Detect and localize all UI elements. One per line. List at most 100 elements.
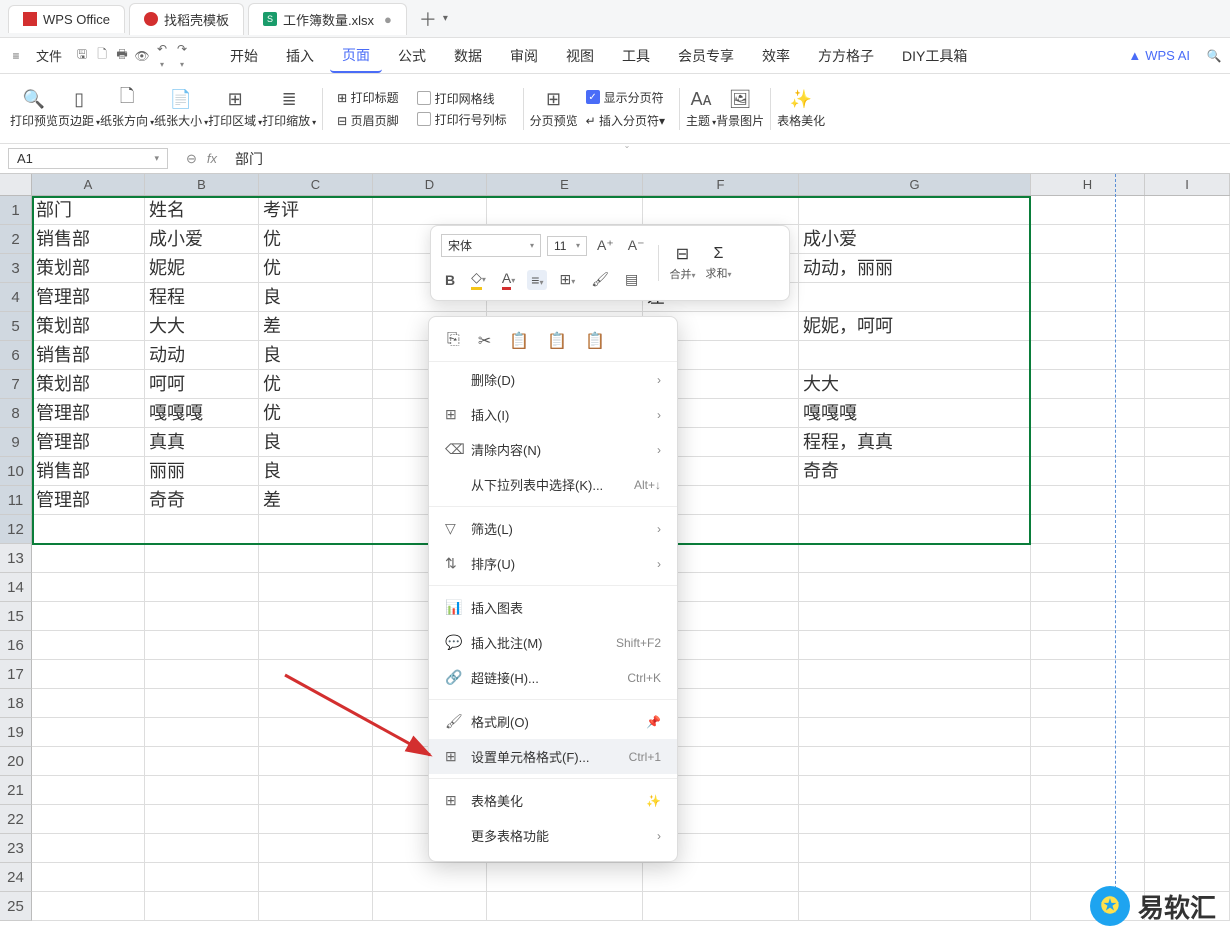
- cell-A23[interactable]: [32, 834, 145, 863]
- col-header-I[interactable]: I: [1145, 174, 1230, 195]
- cell-A4[interactable]: 管理部: [32, 283, 145, 312]
- redo-icon[interactable]: ↷ ▾: [174, 42, 190, 70]
- cell-B14[interactable]: [145, 573, 259, 602]
- ribbon-print-title[interactable]: ⊞ 打印标题: [337, 89, 398, 106]
- cell-C5[interactable]: 差: [259, 312, 373, 341]
- cell-G8[interactable]: 嘎嘎嘎: [799, 399, 1031, 428]
- cell-H12[interactable]: [1031, 515, 1145, 544]
- col-header-B[interactable]: B: [145, 174, 259, 195]
- cell-B22[interactable]: [145, 805, 259, 834]
- cell-I11[interactable]: [1145, 486, 1230, 515]
- row-header-19[interactable]: 19: [0, 718, 32, 747]
- cm-table-beautify[interactable]: ⊞表格美化✨: [429, 783, 677, 818]
- cm-sort[interactable]: ⇅排序(U)›: [429, 546, 677, 581]
- cell-I2[interactable]: [1145, 225, 1230, 254]
- format-painter-button[interactable]: 🖌: [587, 269, 613, 290]
- row-header-5[interactable]: 5: [0, 312, 32, 341]
- tab-list-chevron-icon[interactable]: ▾: [443, 13, 448, 24]
- search-icon[interactable]: 🔍: [1206, 49, 1222, 63]
- col-header-H[interactable]: H: [1031, 174, 1145, 195]
- cell-A6[interactable]: 销售部: [32, 341, 145, 370]
- formula-input[interactable]: 部门: [227, 147, 1230, 171]
- cell-C7[interactable]: 优: [259, 370, 373, 399]
- cell-H20[interactable]: [1031, 747, 1145, 776]
- cell-C19[interactable]: [259, 718, 373, 747]
- cell-B24[interactable]: [145, 863, 259, 892]
- menu-tab-efficiency[interactable]: 效率: [750, 40, 802, 72]
- cell-H17[interactable]: [1031, 660, 1145, 689]
- cell-H15[interactable]: [1031, 602, 1145, 631]
- cell-G11[interactable]: [799, 486, 1031, 515]
- cell-I17[interactable]: [1145, 660, 1230, 689]
- col-header-F[interactable]: F: [643, 174, 799, 195]
- cell-B23[interactable]: [145, 834, 259, 863]
- cell-G6[interactable]: [799, 341, 1031, 370]
- cell-A14[interactable]: [32, 573, 145, 602]
- ribbon-insert-page-break[interactable]: ↵ 插入分页符▾: [586, 112, 665, 129]
- cell-A15[interactable]: [32, 602, 145, 631]
- increase-font-icon[interactable]: A⁺: [593, 235, 618, 256]
- cell-C20[interactable]: [259, 747, 373, 776]
- menu-tab-diy[interactable]: DIY工具箱: [890, 40, 979, 72]
- cell-F25[interactable]: [643, 892, 799, 921]
- row-header-4[interactable]: 4: [0, 283, 32, 312]
- ribbon-header-footer[interactable]: ⊟ 页眉页脚: [337, 112, 398, 129]
- cell-G19[interactable]: [799, 718, 1031, 747]
- paste-special-icon[interactable]: 📋: [585, 331, 605, 351]
- ribbon-collapse-handle[interactable]: ⌄: [615, 141, 639, 147]
- row-header-2[interactable]: 2: [0, 225, 32, 254]
- cell-C23[interactable]: [259, 834, 373, 863]
- cell-G25[interactable]: [799, 892, 1031, 921]
- cell-B8[interactable]: 嘎嘎嘎: [145, 399, 259, 428]
- cell-H5[interactable]: [1031, 312, 1145, 341]
- cell-A10[interactable]: 销售部: [32, 457, 145, 486]
- cell-A2[interactable]: 销售部: [32, 225, 145, 254]
- cell-A21[interactable]: [32, 776, 145, 805]
- cell-A8[interactable]: 管理部: [32, 399, 145, 428]
- cell-I3[interactable]: [1145, 254, 1230, 283]
- cell-A1[interactable]: 部门: [32, 196, 145, 225]
- cell-H21[interactable]: [1031, 776, 1145, 805]
- cm-more-table[interactable]: 更多表格功能›: [429, 818, 677, 853]
- cell-C3[interactable]: 优: [259, 254, 373, 283]
- cell-D24[interactable]: [373, 863, 487, 892]
- row-header-20[interactable]: 20: [0, 747, 32, 776]
- cell-C17[interactable]: [259, 660, 373, 689]
- menu-tab-formula[interactable]: 公式: [386, 40, 438, 72]
- row-header-7[interactable]: 7: [0, 370, 32, 399]
- ribbon-margins[interactable]: ▯页边距▾: [58, 88, 100, 129]
- col-header-E[interactable]: E: [487, 174, 643, 195]
- cell-H10[interactable]: [1031, 457, 1145, 486]
- cell-G1[interactable]: [799, 196, 1031, 225]
- cell-A3[interactable]: 策划部: [32, 254, 145, 283]
- cell-A9[interactable]: 管理部: [32, 428, 145, 457]
- cell-I15[interactable]: [1145, 602, 1230, 631]
- save-as-icon[interactable]: 🗋: [94, 45, 110, 66]
- cell-H23[interactable]: [1031, 834, 1145, 863]
- copy-icon[interactable]: ⎘: [447, 331, 460, 351]
- cell-B19[interactable]: [145, 718, 259, 747]
- cm-format-cells[interactable]: ⊞设置单元格格式(F)...Ctrl+1: [429, 739, 677, 774]
- cell-B15[interactable]: [145, 602, 259, 631]
- cell-D1[interactable]: [373, 196, 487, 225]
- row-header-13[interactable]: 13: [0, 544, 32, 573]
- cell-H6[interactable]: [1031, 341, 1145, 370]
- ribbon-print-preview[interactable]: 🔍打印预览: [10, 88, 58, 129]
- menu-tab-start[interactable]: 开始: [218, 40, 270, 72]
- cm-format-painter[interactable]: 🖌格式刷(O)📌: [429, 704, 677, 739]
- tab-workbook[interactable]: S 工作簿数量.xlsx ●: [248, 3, 407, 35]
- cell-G9[interactable]: 程程，真真: [799, 428, 1031, 457]
- cell-H16[interactable]: [1031, 631, 1145, 660]
- cell-G17[interactable]: [799, 660, 1031, 689]
- col-header-C[interactable]: C: [259, 174, 373, 195]
- bold-button[interactable]: B: [441, 270, 459, 290]
- cell-A11[interactable]: 管理部: [32, 486, 145, 515]
- menu-tab-fanfan[interactable]: 方方格子: [806, 40, 886, 72]
- cell-G12[interactable]: [799, 515, 1031, 544]
- check-print-rowcol[interactable]: 打印行号列标: [417, 111, 507, 128]
- hamburger-icon[interactable]: ≡: [8, 49, 24, 63]
- cm-insert[interactable]: ⊞插入(I)›: [429, 397, 677, 432]
- conditional-format-button[interactable]: ▤: [621, 269, 642, 290]
- cell-G2[interactable]: 成小爱: [799, 225, 1031, 254]
- cell-C16[interactable]: [259, 631, 373, 660]
